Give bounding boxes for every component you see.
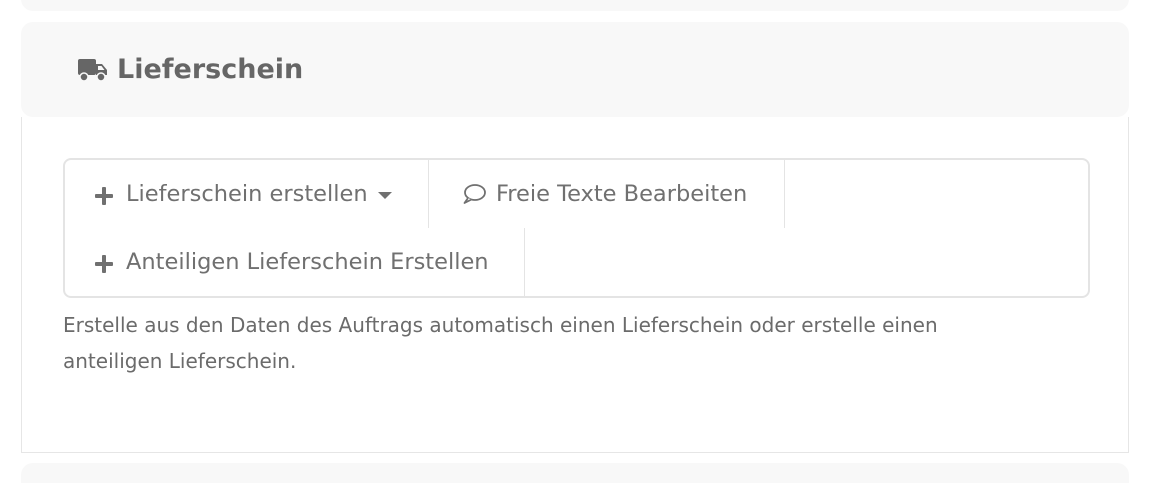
card-title: Lieferschein	[117, 54, 304, 85]
create-partial-delivery-note-button[interactable]: Anteiligen Lieferschein Erstellen	[65, 228, 525, 296]
comment-icon	[462, 183, 486, 205]
plus-icon	[95, 185, 113, 205]
truck-icon	[78, 57, 108, 83]
card-header: Lieferschein	[21, 22, 1129, 117]
plus-icon	[95, 253, 113, 273]
card-body: Lieferschein erstellen Freie Texte Bearb…	[21, 117, 1129, 453]
create-delivery-note-label: Lieferschein erstellen	[126, 181, 368, 207]
previous-card	[21, 0, 1129, 11]
edit-free-texts-label: Freie Texte Bearbeiten	[496, 181, 748, 207]
description-text: Erstelle aus den Daten des Auftrags auto…	[63, 313, 938, 373]
create-delivery-note-button[interactable]: Lieferschein erstellen	[65, 160, 429, 228]
create-partial-delivery-note-label: Anteiligen Lieferschein Erstellen	[126, 249, 489, 275]
button-group: Lieferschein erstellen Freie Texte Bearb…	[63, 158, 1090, 298]
edit-free-texts-button[interactable]: Freie Texte Bearbeiten	[429, 160, 785, 228]
next-card	[21, 463, 1129, 483]
caret-down-icon[interactable]	[377, 192, 392, 199]
